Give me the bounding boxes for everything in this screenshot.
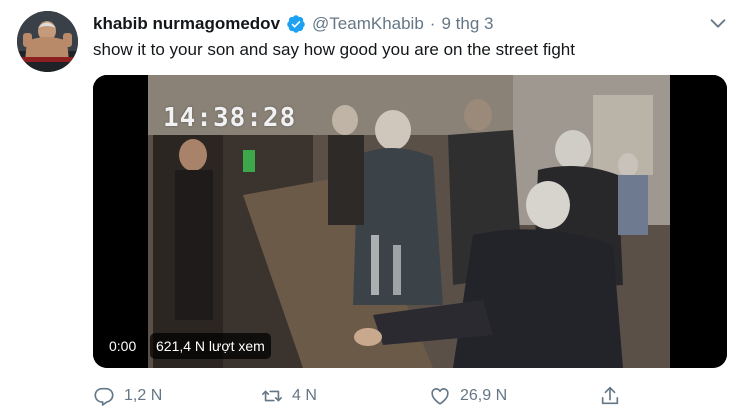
avatar-image xyxy=(17,11,78,72)
tweet-header: khabib nurmagomedov @TeamKhabib · 9 thg … xyxy=(93,13,493,35)
chevron-down-icon[interactable] xyxy=(707,12,729,34)
like-count: 26,9 N xyxy=(460,387,508,404)
like-button[interactable]: 26,9 N xyxy=(429,383,507,409)
verified-badge-icon xyxy=(287,15,305,33)
tweet-timestamp[interactable]: 9 thg 3 xyxy=(441,14,493,34)
video-player[interactable]: 14:38:28 0:00 621,4 N lượt xem xyxy=(93,75,727,368)
cctv-timestamp: 14:38:28 xyxy=(163,103,297,133)
avatar[interactable] xyxy=(17,11,78,72)
share-button[interactable] xyxy=(599,383,621,409)
retweet-count: 4 N xyxy=(292,387,317,404)
reply-button[interactable]: 1,2 N xyxy=(93,383,162,409)
playback-time: 0:00 xyxy=(103,333,143,359)
view-count: 621,4 N lượt xem xyxy=(150,333,271,359)
reply-count: 1,2 N xyxy=(124,387,163,404)
reply-icon xyxy=(94,387,114,406)
heart-icon xyxy=(431,388,449,405)
action-bar: 1,2 N 4 N 26,9 N xyxy=(93,383,653,409)
separator-dot: · xyxy=(429,14,436,33)
handle[interactable]: @TeamKhabib xyxy=(312,14,424,34)
display-name[interactable]: khabib nurmagomedov xyxy=(93,14,280,34)
tweet-text: show it to your son and say how good you… xyxy=(93,40,575,59)
share-icon xyxy=(601,386,619,405)
retweet-icon xyxy=(262,390,282,402)
retweet-button[interactable]: 4 N xyxy=(261,383,317,409)
tweet-card: khabib nurmagomedov @TeamKhabib · 9 thg … xyxy=(0,0,747,417)
